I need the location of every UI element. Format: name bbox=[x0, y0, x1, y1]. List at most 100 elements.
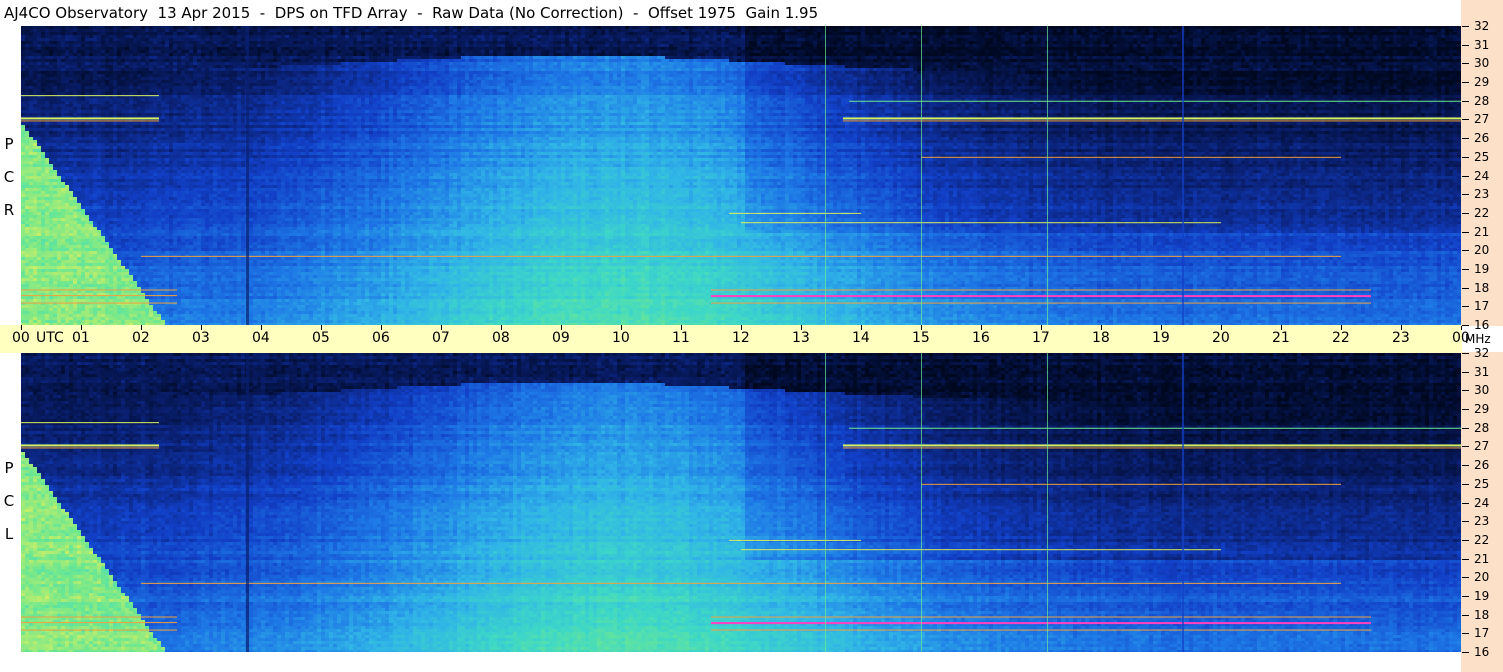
utc-tick-label: 13 bbox=[792, 330, 810, 346]
mhz-tick-label: 23 bbox=[1474, 515, 1489, 527]
mhz-tick-mark bbox=[1462, 269, 1469, 270]
utc-tick-label: 04 bbox=[252, 330, 270, 346]
burst-streak bbox=[21, 295, 177, 296]
carrier-line bbox=[849, 101, 1461, 102]
mhz-tick-mark bbox=[1462, 26, 1469, 27]
carrier-line bbox=[849, 428, 1461, 429]
utc-tick-label: 08 bbox=[492, 330, 510, 346]
mhz-tick-mark bbox=[1462, 559, 1469, 560]
utc-axis-label: UTC bbox=[36, 330, 64, 346]
utc-tick-label: 11 bbox=[672, 330, 690, 346]
broadband-spike bbox=[825, 353, 826, 652]
broadband-spike bbox=[246, 353, 249, 652]
mhz-tick-mark bbox=[1462, 577, 1469, 578]
mhz-tick-label: 23 bbox=[1474, 188, 1489, 200]
broadband-spike bbox=[825, 26, 826, 325]
burst-streak bbox=[711, 295, 1371, 297]
mhz-tick-label: 18 bbox=[1474, 609, 1489, 621]
broadband-spike bbox=[1182, 353, 1184, 652]
mhz-tick-mark bbox=[1462, 194, 1469, 195]
utc-time-axis: 00 01 02 03 04 05 06 07 08 09 10 11 12 13 14 15 16 17 18 19… bbox=[0, 325, 1462, 353]
carrier-line bbox=[21, 422, 159, 423]
mhz-tick-label: 30 bbox=[1474, 57, 1489, 69]
mhz-tick-mark bbox=[1462, 306, 1469, 307]
broadband-spike bbox=[1047, 353, 1048, 652]
carrier-line bbox=[729, 213, 861, 214]
mhz-tick-label: 16 bbox=[1474, 646, 1489, 658]
mhz-tick-label: 24 bbox=[1474, 170, 1489, 182]
utc-tick-label: 14 bbox=[852, 330, 870, 346]
carrier-line bbox=[729, 540, 861, 541]
burst-streak bbox=[21, 120, 159, 121]
utc-tick-label: 10 bbox=[612, 330, 630, 346]
lcp-frequency-axis: 16 17 18 19 20 21 22 23 24 25 26 27 28 29 30 31 32 bbox=[1461, 352, 1503, 672]
burst-streak bbox=[711, 303, 1371, 304]
utc-tick-label: 19 bbox=[1152, 330, 1170, 346]
mhz-tick-label: 16 bbox=[1474, 319, 1489, 331]
mhz-tick-mark bbox=[1462, 353, 1469, 354]
burst-streak bbox=[21, 630, 177, 631]
bot-pol-letter-3: L bbox=[2, 517, 16, 551]
rcp-frequency-axis: 16 17 18 19 20 21 22 23 24 25 26 27 28 29 30 31 32 bbox=[1461, 0, 1503, 326]
mhz-tick-mark bbox=[1462, 213, 1469, 214]
burst-streak bbox=[843, 447, 1461, 448]
carrier-line bbox=[921, 484, 1341, 485]
bot-pol-letter-1: P bbox=[2, 451, 16, 485]
burst-streak bbox=[21, 444, 159, 446]
mhz-tick-mark bbox=[1462, 596, 1469, 597]
mhz-tick-mark bbox=[1462, 409, 1469, 410]
mhz-tick-label: 20 bbox=[1474, 244, 1489, 256]
mhz-tick-label: 17 bbox=[1474, 300, 1489, 312]
mhz-tick-mark bbox=[1462, 428, 1469, 429]
top-pol-letter-1: P bbox=[2, 127, 16, 161]
mhz-tick-mark bbox=[1462, 82, 1469, 83]
mhz-tick-label: 31 bbox=[1474, 366, 1489, 378]
mhz-tick-label: 26 bbox=[1474, 132, 1489, 144]
broadband-spike bbox=[246, 26, 249, 325]
mhz-axis-label: MHz bbox=[1465, 332, 1491, 346]
broadband-spike bbox=[921, 26, 922, 325]
burst-streak bbox=[21, 616, 177, 617]
carrier-line bbox=[141, 256, 1341, 257]
mhz-tick-mark bbox=[1462, 652, 1469, 653]
burst-streak bbox=[843, 444, 1461, 446]
broadband-spike bbox=[1182, 26, 1184, 325]
utc-tick-label: 20 bbox=[1212, 330, 1230, 346]
mhz-tick-label: 29 bbox=[1474, 76, 1489, 88]
carrier-line bbox=[741, 549, 1221, 550]
utc-tick-label: 02 bbox=[132, 330, 150, 346]
burst-streak bbox=[843, 120, 1461, 121]
burst-streak bbox=[21, 622, 177, 623]
mhz-tick-mark bbox=[1462, 232, 1469, 233]
mhz-tick-mark bbox=[1462, 119, 1469, 120]
mhz-tick-label: 32 bbox=[1474, 347, 1489, 359]
mhz-tick-label: 22 bbox=[1474, 534, 1489, 546]
utc-tick-label: 12 bbox=[732, 330, 750, 346]
mhz-tick-mark bbox=[1462, 288, 1469, 289]
utc-tick-label: 15 bbox=[912, 330, 930, 346]
utc-tick-label: 03 bbox=[192, 330, 210, 346]
top-pol-letter-2: C bbox=[2, 160, 16, 194]
mhz-tick-mark bbox=[1462, 138, 1469, 139]
burst-streak bbox=[711, 616, 1371, 617]
top-pol-letter-3: R bbox=[2, 193, 16, 227]
burst-streak bbox=[843, 117, 1461, 119]
utc-tick-label: 17 bbox=[1032, 330, 1050, 346]
burst-streak bbox=[21, 303, 177, 304]
mhz-tick-mark bbox=[1462, 446, 1469, 447]
utc-tick-label: 06 bbox=[372, 330, 390, 346]
mhz-tick-label: 26 bbox=[1474, 459, 1489, 471]
utc-tick-label: 01 bbox=[72, 330, 90, 346]
utc-tick-label: 23 bbox=[1392, 330, 1410, 346]
mhz-tick-mark bbox=[1462, 157, 1469, 158]
mhz-tick-label: 24 bbox=[1474, 497, 1489, 509]
burst-streak bbox=[21, 117, 159, 119]
mhz-tick-label: 21 bbox=[1474, 226, 1489, 238]
carrier-line bbox=[21, 95, 159, 96]
mhz-tick-mark bbox=[1462, 250, 1469, 251]
mhz-tick-label: 28 bbox=[1474, 95, 1489, 107]
burst-streak bbox=[711, 630, 1371, 631]
mhz-tick-mark bbox=[1462, 465, 1469, 466]
mhz-tick-label: 17 bbox=[1474, 627, 1489, 639]
mhz-tick-label: 25 bbox=[1474, 478, 1489, 490]
